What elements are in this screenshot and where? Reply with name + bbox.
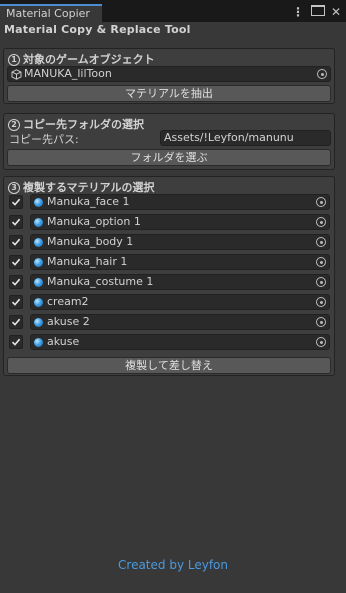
material-name: akuse	[47, 335, 80, 348]
material-checkbox[interactable]	[9, 235, 23, 249]
material-field[interactable]: cream2	[30, 294, 330, 310]
object-picker-icon[interactable]	[317, 69, 327, 79]
copy-path-field[interactable]: Assets/!Leyfon/manunu	[160, 130, 331, 146]
checkmark-icon	[11, 298, 21, 306]
material-row: Manuka_hair 1	[4, 254, 334, 272]
material-checkbox[interactable]	[9, 295, 23, 309]
section-material-selection: 3 複製するマテリアルの選択 Manuka_face 1 Manuka_option…	[3, 176, 335, 376]
section-destination-folder: 2 コピー先フォルダの選択 コピー先パス: Assets/!Leyfon/manu…	[3, 113, 335, 170]
checkmark-icon	[11, 318, 21, 326]
tab-bar: Material Copier ⋮ ✕	[0, 0, 346, 22]
checkmark-icon	[11, 238, 21, 246]
material-sphere-icon	[34, 258, 43, 267]
material-sphere-icon	[34, 198, 43, 207]
section-number: 2	[8, 119, 20, 131]
more-vert-icon[interactable]: ⋮	[292, 5, 304, 19]
material-field[interactable]: Manuka_option 1	[30, 214, 330, 230]
material-sphere-icon	[34, 298, 43, 307]
checkmark-icon	[11, 258, 21, 266]
object-picker-icon[interactable]	[316, 197, 326, 207]
checkmark-icon	[11, 218, 21, 226]
checkmark-icon	[11, 198, 21, 206]
material-name: Manuka_costume 1	[47, 275, 154, 288]
window-controls: ⋮ ✕	[292, 4, 342, 20]
material-sphere-icon	[34, 238, 43, 247]
section-target-object: 1 対象のゲームオブジェクト MANUKA_lilToon マテリアルを抽出	[3, 48, 335, 104]
material-field[interactable]: Manuka_hair 1	[30, 254, 330, 270]
material-sphere-icon	[34, 278, 43, 287]
material-field[interactable]: Manuka_face 1	[30, 194, 330, 210]
checkmark-icon	[11, 338, 21, 346]
duplicate-replace-button[interactable]: 複製して差し替え	[7, 357, 331, 374]
material-checkbox[interactable]	[9, 275, 23, 289]
material-field[interactable]: akuse	[30, 334, 330, 350]
section-title-text: コピー先フォルダの選択	[23, 118, 144, 131]
material-field[interactable]: Manuka_costume 1	[30, 274, 330, 290]
section-title-text: 対象のゲームオブジェクト	[23, 53, 155, 66]
material-sphere-icon	[34, 338, 43, 347]
material-row: Manuka_body 1	[4, 234, 334, 252]
material-field[interactable]: Manuka_body 1	[30, 234, 330, 250]
tab-material-copier[interactable]: Material Copier	[0, 4, 102, 22]
material-checkbox[interactable]	[9, 195, 23, 209]
material-copier-window: Material Copier ⋮ ✕ Material Copy & Repl…	[0, 0, 346, 593]
material-row: akuse 2	[4, 314, 334, 332]
material-row: cream2	[4, 294, 334, 312]
material-name: Manuka_face 1	[47, 195, 130, 208]
material-row: akuse	[4, 334, 334, 352]
section-title: 1 対象のゲームオブジェクト	[8, 51, 155, 67]
material-checkbox[interactable]	[9, 255, 23, 269]
section-number: 3	[8, 182, 20, 194]
section-number: 1	[8, 54, 20, 66]
material-row: Manuka_face 1	[4, 194, 334, 212]
material-row: Manuka_option 1	[4, 214, 334, 232]
object-picker-icon[interactable]	[316, 277, 326, 287]
material-name: Manuka_hair 1	[47, 255, 128, 268]
close-icon[interactable]: ✕	[330, 5, 342, 19]
credit-link[interactable]: Created by Leyfon	[0, 558, 346, 572]
object-picker-icon[interactable]	[316, 337, 326, 347]
material-checkbox[interactable]	[9, 315, 23, 329]
copy-path-label: コピー先パス:	[9, 133, 79, 146]
object-picker-icon[interactable]	[316, 257, 326, 267]
choose-folder-button[interactable]: フォルダを選ぶ	[7, 149, 331, 166]
object-picker-icon[interactable]	[316, 217, 326, 227]
gameobject-field[interactable]: MANUKA_lilToon	[7, 66, 331, 82]
gameobject-field-value: MANUKA_lilToon	[24, 67, 112, 80]
material-sphere-icon	[34, 218, 43, 227]
section-title: 2 コピー先フォルダの選択	[8, 116, 144, 132]
material-checkbox[interactable]	[9, 215, 23, 229]
material-field[interactable]: akuse 2	[30, 314, 330, 330]
object-picker-icon[interactable]	[316, 317, 326, 327]
section-title: 3 複製するマテリアルの選択	[8, 179, 154, 195]
material-name: cream2	[47, 295, 89, 308]
material-checkbox[interactable]	[9, 335, 23, 349]
gameobject-cube-icon	[11, 69, 22, 80]
checkmark-icon	[11, 278, 21, 286]
maximize-icon[interactable]	[311, 5, 325, 19]
section-title-text: 複製するマテリアルの選択	[23, 181, 155, 194]
material-sphere-icon	[34, 318, 43, 327]
object-picker-icon[interactable]	[316, 297, 326, 307]
material-name: Manuka_body 1	[47, 235, 134, 248]
material-name: akuse 2	[47, 315, 90, 328]
extract-materials-button[interactable]: マテリアルを抽出	[7, 85, 331, 102]
material-row: Manuka_costume 1	[4, 274, 334, 292]
object-picker-icon[interactable]	[316, 237, 326, 247]
material-name: Manuka_option 1	[47, 215, 141, 228]
tool-title: Material Copy & Replace Tool	[4, 23, 191, 36]
